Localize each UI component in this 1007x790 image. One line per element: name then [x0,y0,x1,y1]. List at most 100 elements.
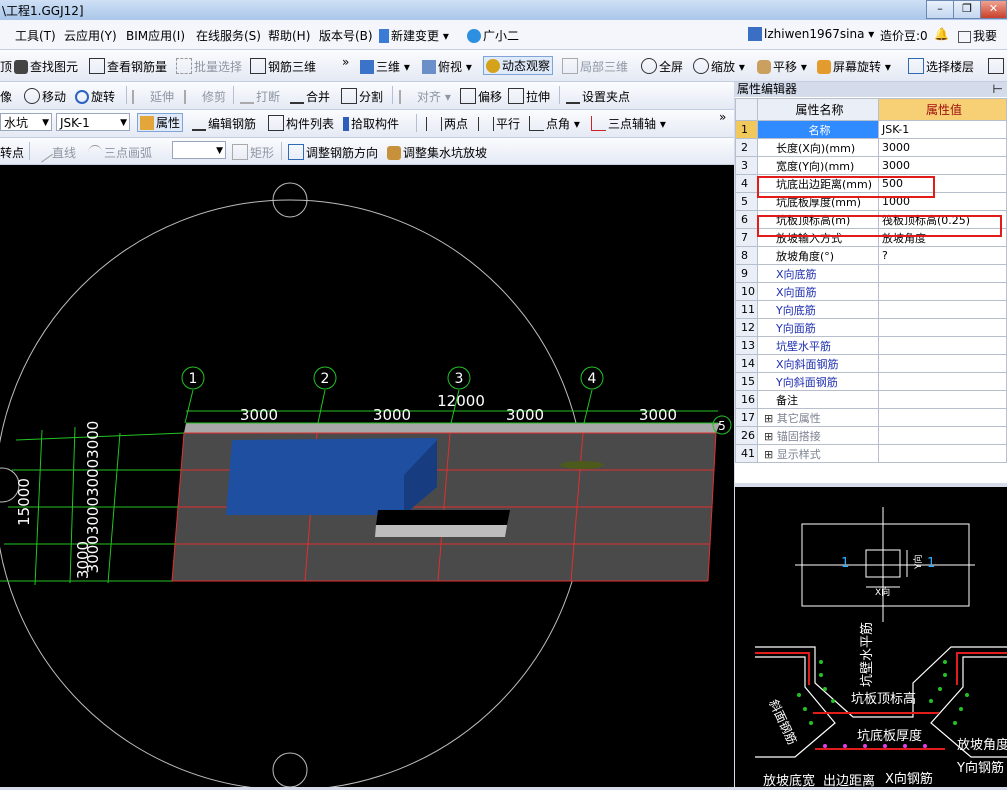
overflow-chevron-icon[interactable]: » [719,110,726,124]
property-row[interactable]: 11 Y向底筋 [735,300,1007,319]
arc-option-combo[interactable]: ▼ [172,141,226,159]
chevron-down-icon: ▼ [120,118,127,128]
property-row[interactable]: 14 X向斜面钢筋 [735,354,1007,373]
property-value[interactable] [878,390,1007,409]
property-value[interactable]: 3000 [878,138,1007,157]
rotate-button[interactable]: 旋转 [75,88,115,105]
property-row[interactable]: 3 宽度(Y向)(mm) 3000 [735,156,1007,175]
three-point-arc-button[interactable]: 三点画弧 [88,144,152,161]
property-row[interactable]: 16 备注 [735,390,1007,409]
view-rebar-qty-button[interactable]: 查看钢筋量 [89,58,167,75]
trim-button[interactable]: 修剪 [184,88,226,105]
property-row[interactable]: 1 名称 JSK-1 [735,120,1007,139]
line-button[interactable]: 直线 [32,142,76,163]
parallel-axis-button[interactable]: 平行 [478,115,520,132]
want-button[interactable]: 我要 [958,27,997,44]
rotate-screen-dropdown[interactable]: 屏幕旋转 ▾ [817,58,891,75]
select-floor-button[interactable]: 选择楼层 [908,58,974,75]
pick-component-button[interactable]: 拾取构件 [343,115,399,132]
property-value[interactable] [878,444,1007,463]
close-button[interactable]: ✕ [980,0,1007,19]
find-element-button[interactable]: 查找图元 [14,58,78,75]
align-dropdown[interactable]: 对齐 ▾ [399,88,451,105]
move-button[interactable]: 移动 [24,88,66,105]
axis-label-1: 1 [189,371,198,387]
component-list-button[interactable]: 构件列表 [268,115,334,132]
menu-cloud[interactable]: 云应用(Y) [64,27,117,44]
property-value[interactable]: ? [878,246,1007,265]
pan-dropdown[interactable]: 平移 ▾ [757,58,807,75]
expand-icon[interactable]: ⊞ [764,412,777,425]
set-grip-button[interactable]: 设置夹点 [566,88,630,105]
two-point-axis-button[interactable]: 两点 [426,115,468,132]
expand-icon[interactable]: ⊞ [764,430,777,443]
menu-new-change[interactable]: 新建变更 ▾ [379,27,449,44]
adjust-pit-slope-button[interactable]: 调整集水坑放坡 [387,144,487,161]
property-name: X向底筋 [757,264,879,283]
menu-online[interactable]: 在线服务(S) [196,27,261,44]
menu-bim[interactable]: BIM应用(I) [126,27,185,44]
fullscreen-button[interactable]: 全屏 [641,58,683,75]
property-row[interactable]: 13 坑壁水平筋 [735,336,1007,355]
orbit-icon [486,59,500,73]
view-3d-dropdown[interactable]: 三维 ▾ [360,58,410,75]
property-button[interactable]: 属性 [137,113,184,132]
batch-select-button[interactable]: 批量选择 [176,58,242,75]
three-point-aux-dropdown[interactable]: 三点辅轴 ▾ [591,115,666,132]
merge-button[interactable]: 合并 [290,88,330,105]
rect-button[interactable]: 矩形 [232,144,274,161]
property-value[interactable] [878,336,1007,355]
property-value[interactable] [878,408,1007,427]
property-row[interactable]: 26 ⊞ 锚固搭接 [735,426,1007,445]
property-name: 长度(X向)(mm) [757,138,879,157]
property-row[interactable]: 17 ⊞ 其它属性 [735,408,1007,427]
property-row[interactable]: 12 Y向面筋 [735,318,1007,337]
drawing-canvas[interactable]: 1 2 3 4 5 3000 3000 3000 3000 12000 1500… [0,165,734,790]
stretch-button[interactable]: 拉伸 [508,88,550,105]
property-value[interactable] [878,426,1007,445]
property-value[interactable]: 3000 [878,156,1007,175]
user-account[interactable]: lzhiwen1967sina ▾ [748,27,874,41]
property-row[interactable]: 10 X向面筋 [735,282,1007,301]
property-row[interactable]: 9 X向底筋 [735,264,1007,283]
component-name-combo[interactable]: JSK-1 ▼ [56,113,130,131]
menu-assistant[interactable]: 广小二 [467,27,519,44]
property-value[interactable]: JSK-1 [878,120,1007,139]
pin-icon[interactable]: ⊢ [993,83,1003,96]
edit-rebar-button[interactable]: 编辑钢筋 [192,115,256,132]
top-view-dropdown[interactable]: 俯视 ▾ [422,58,472,75]
extend-button[interactable]: 延伸 [132,88,174,105]
adjust-rebar-direction-button[interactable]: 调整钢筋方向 [288,144,378,161]
menu-help[interactable]: 帮助(H) [268,27,310,44]
point-angle-dropdown[interactable]: 点角 ▾ [529,115,580,132]
expand-icon[interactable]: ⊞ [764,448,777,461]
overflow-chevron-icon[interactable]: » [342,55,349,69]
break-button[interactable]: 打断 [240,88,280,105]
property-name-text: 显示样式 [776,447,821,461]
rebar-3d-button[interactable]: 钢筋三维 [250,58,316,75]
maximize-button[interactable]: ❐ [953,0,981,19]
menu-version[interactable]: 版本号(B) [319,27,373,44]
dynamic-view-button[interactable]: 动态观察 [483,56,554,75]
property-value[interactable] [878,282,1007,301]
minimize-button[interactable]: – [926,0,954,19]
menu-tools[interactable]: 工具(T) [15,27,56,44]
property-value[interactable] [878,264,1007,283]
property-row[interactable]: 41 ⊞ 显示样式 [735,444,1007,463]
split-button[interactable]: 分割 [341,88,383,105]
property-row[interactable]: 15 Y向斜面钢筋 [735,372,1007,391]
zoom-dropdown[interactable]: 缩放 ▾ [693,58,745,75]
more-icon[interactable] [988,58,1006,74]
notification-icon[interactable]: 🔔 [934,27,949,41]
property-row[interactable]: 2 长度(X向)(mm) 3000 [735,138,1007,157]
type-combo[interactable]: 水坑 ▼ [0,113,52,131]
local-3d-button[interactable]: 局部三维 [562,58,628,75]
offset-button[interactable]: 偏移 [460,88,502,105]
property-row[interactable]: 8 放坡角度(°)? [735,246,1007,265]
property-value[interactable] [878,354,1007,373]
property-value[interactable] [878,300,1007,319]
property-value[interactable] [878,318,1007,337]
property-value[interactable] [878,372,1007,391]
orbit-grip-bottom[interactable] [272,752,308,788]
rebar3d-icon [250,58,266,74]
